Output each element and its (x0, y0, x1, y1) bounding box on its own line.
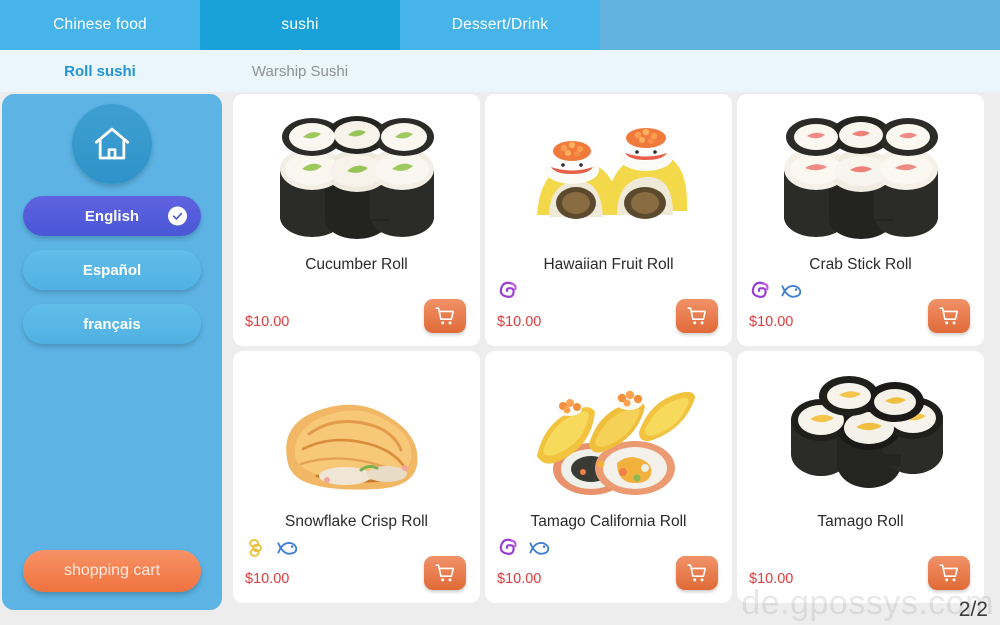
tamago-roll-image (737, 359, 984, 509)
content-area: English Español français shopping cart C… (0, 92, 1000, 625)
tab-label: Chinese food (53, 16, 147, 33)
product-price: $10.00 (245, 314, 290, 330)
product-card[interactable]: Crab Stick Roll $10.00 (737, 94, 984, 346)
product-price: $10.00 (497, 571, 542, 587)
fish-tag-icon (277, 542, 298, 555)
language-button-english[interactable]: English (23, 196, 201, 236)
add-to-cart-button[interactable] (676, 299, 718, 333)
pos-kiosk-screen: Chinese food sushi Dessert/Drink Roll su… (0, 0, 1000, 625)
product-price: $10.00 (245, 571, 290, 587)
page-indicator: 2/2 (958, 598, 988, 621)
product-tags (749, 278, 803, 302)
product-card[interactable]: Tamago Roll $10.00 (737, 351, 984, 603)
selected-check-icon (168, 206, 187, 226)
tab-label: Dessert/Drink (451, 16, 549, 33)
product-name: Cucumber Roll (305, 256, 408, 273)
language-label: English (84, 207, 140, 225)
shopping-cart-icon (435, 564, 455, 582)
scallop-tag-icon (249, 539, 262, 557)
product-name: Tamago California Roll (530, 513, 687, 530)
product-price: $10.00 (749, 314, 794, 330)
subcategory-tab-bar: Roll sushi Warship Sushi (0, 50, 1000, 92)
squid-tag-icon (751, 281, 769, 298)
language-button-espanol[interactable]: Español (23, 250, 201, 290)
shopping-cart-button[interactable]: shopping cart (23, 550, 201, 592)
product-card[interactable]: Snowflake Crisp Roll $10.00 (233, 351, 480, 603)
home-icon (94, 127, 130, 160)
home-button[interactable] (72, 104, 152, 184)
language-button-francais[interactable]: français (23, 304, 201, 344)
squid-tag-icon (499, 538, 517, 555)
fish-tag-icon (529, 542, 550, 555)
product-tags (497, 278, 519, 302)
category-tab-bar: Chinese food sushi Dessert/Drink (0, 0, 1000, 50)
product-grid: Cucumber Roll $10.00 Hawaiian Fruit Roll… (233, 92, 990, 625)
add-to-cart-button[interactable] (424, 299, 466, 333)
product-tags (245, 535, 299, 559)
snowflake-crisp-roll-image (233, 359, 480, 509)
add-to-cart-button[interactable] (928, 299, 970, 333)
tab-chinese-food[interactable]: Chinese food (0, 0, 200, 50)
hawaiian-fruit-roll-image (485, 102, 732, 252)
language-label: Español (82, 261, 142, 279)
shopping-cart-icon (939, 564, 959, 582)
add-to-cart-button[interactable] (676, 556, 718, 590)
tab-sushi[interactable]: sushi (200, 0, 400, 50)
topbar-filler (600, 0, 1000, 50)
subtab-label: Warship Sushi (251, 62, 349, 80)
cucumber-roll-image (233, 102, 480, 252)
product-card[interactable]: Hawaiian Fruit Roll $10.00 (485, 94, 732, 346)
tab-label: sushi (281, 16, 319, 33)
product-name: Hawaiian Fruit Roll (543, 256, 674, 273)
add-to-cart-button[interactable] (424, 556, 466, 590)
product-card[interactable]: Cucumber Roll $10.00 (233, 94, 480, 346)
product-tags (497, 535, 551, 559)
shopping-cart-icon (435, 307, 455, 325)
shopping-cart-label: shopping cart (63, 562, 161, 579)
product-price: $10.00 (749, 571, 794, 587)
tamago-california-roll-image (485, 359, 732, 509)
shopping-cart-icon (939, 307, 959, 325)
product-name: Tamago Roll (817, 513, 904, 530)
shopping-cart-icon (687, 564, 707, 582)
product-price: $10.00 (497, 314, 542, 330)
product-name: Crab Stick Roll (809, 256, 912, 273)
subtab-warship-sushi[interactable]: Warship Sushi (200, 63, 400, 80)
subtab-label: Roll sushi (64, 62, 136, 80)
fish-tag-icon (781, 285, 802, 298)
language-label: français (83, 315, 141, 333)
product-card[interactable]: Tamago California Roll $10.00 (485, 351, 732, 603)
tab-dessert-drink[interactable]: Dessert/Drink (400, 0, 600, 50)
sidebar: English Español français shopping cart (2, 94, 222, 610)
subtab-roll-sushi[interactable]: Roll sushi (0, 63, 200, 80)
shopping-cart-icon (687, 307, 707, 325)
add-to-cart-button[interactable] (928, 556, 970, 590)
squid-tag-icon (499, 281, 517, 298)
crab-stick-roll-image (737, 102, 984, 252)
product-name: Snowflake Crisp Roll (285, 513, 428, 530)
